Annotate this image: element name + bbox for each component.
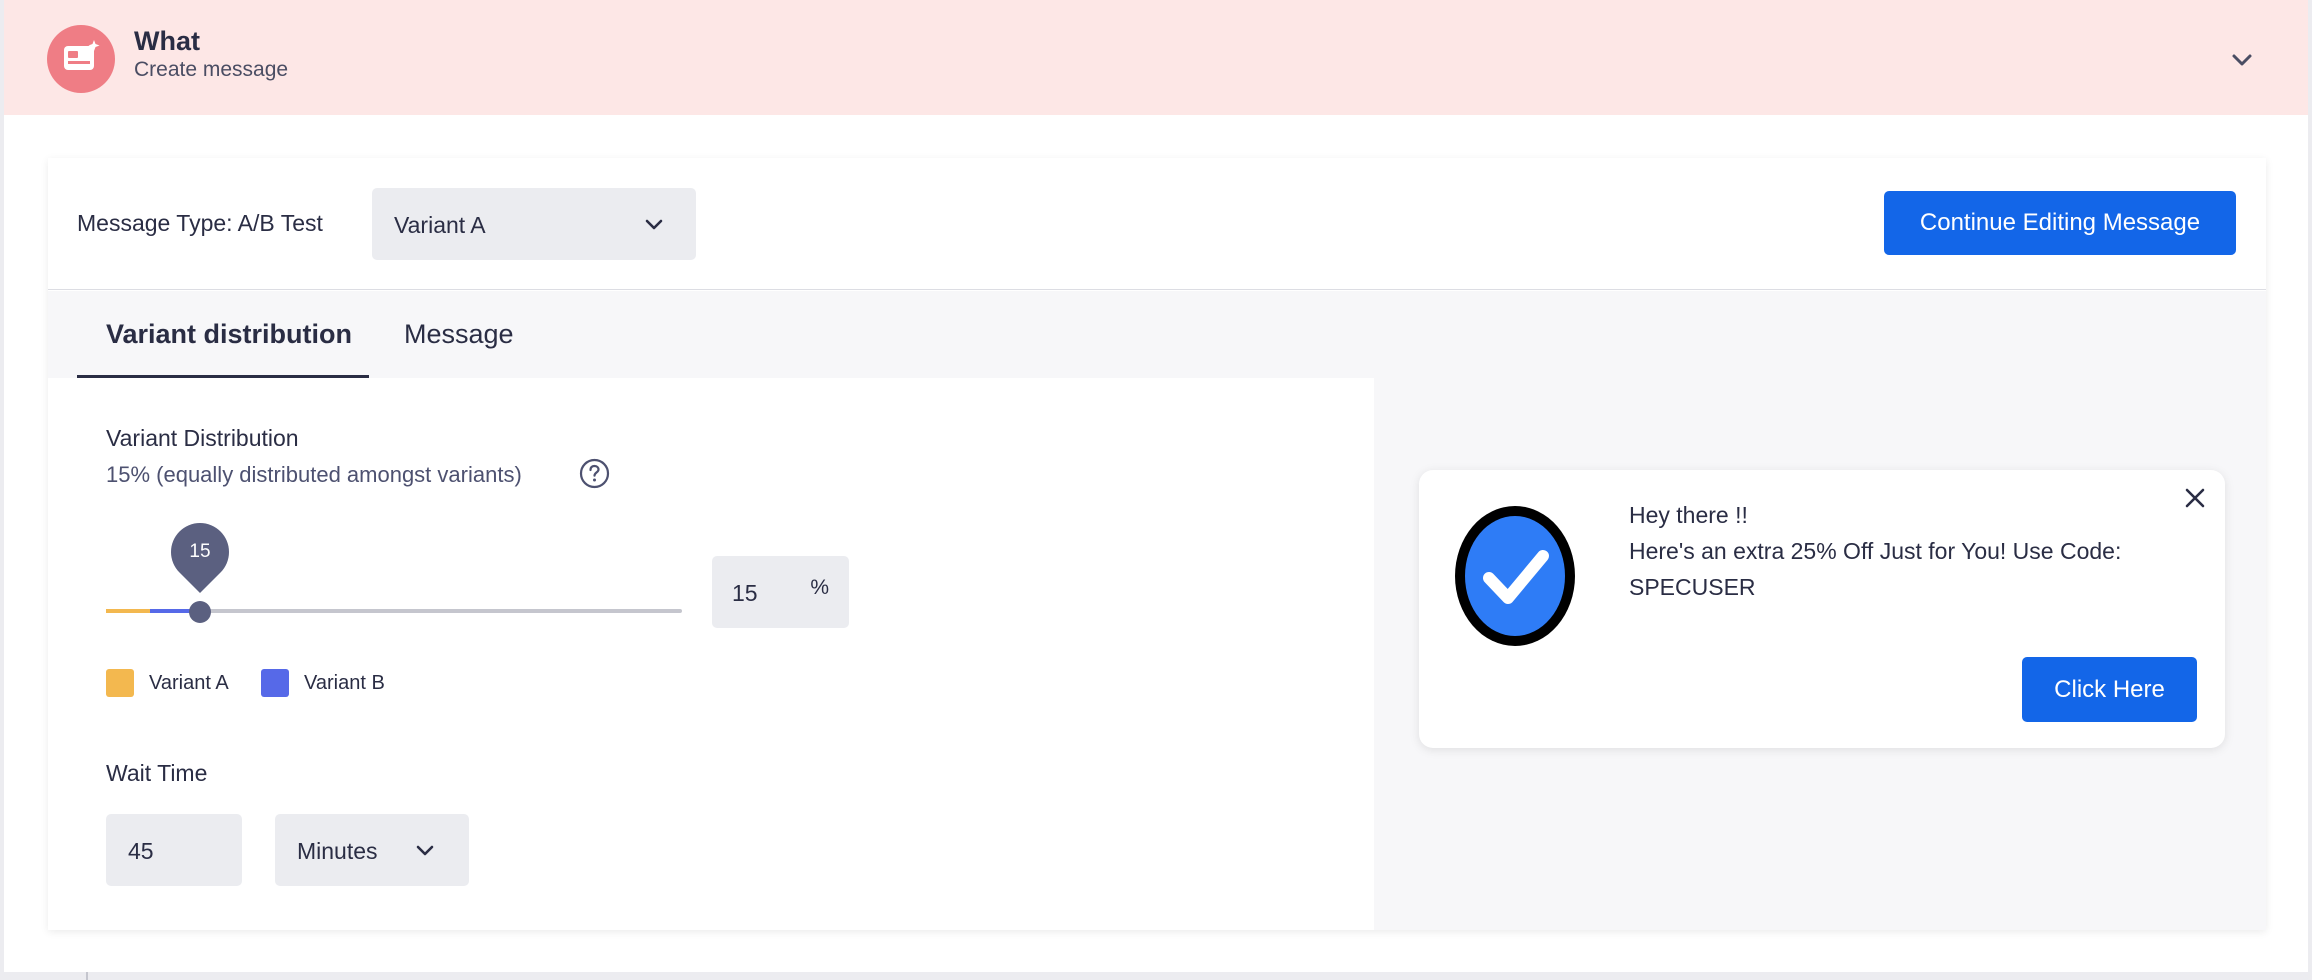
preview-greeting: Hey there !! [1629, 502, 1748, 528]
message-image-icon [47, 25, 115, 93]
tab-message[interactable]: Message [404, 319, 514, 350]
preview-pane: Hey there !! Here's an extra 25% Off Jus… [1374, 291, 2266, 930]
help-icon[interactable] [579, 458, 610, 489]
variant-select-value: Variant A [394, 212, 486, 238]
checkmark-badge-icon [1455, 506, 1575, 646]
close-icon[interactable] [2181, 484, 2209, 512]
variant-b-legend-label: Variant B [304, 672, 385, 694]
message-editor-card: Message Type: A/B Test Variant A Continu… [48, 158, 2266, 930]
distribution-percent-input[interactable]: 15 % [712, 556, 849, 628]
what-section-header[interactable]: What Create message [4, 0, 2308, 115]
wait-time-unit-value: Minutes [297, 838, 378, 864]
variant-distribution-subtitle: 15% (equally distributed amongst variant… [106, 462, 522, 487]
slider-thumb[interactable] [189, 601, 211, 623]
chevron-down-icon [645, 219, 663, 230]
variant-b-swatch [261, 669, 289, 697]
percent-value: 15 [732, 580, 758, 606]
chevron-down-icon[interactable] [2228, 46, 2256, 74]
section-title: What [134, 26, 200, 56]
message-type-bar: Message Type: A/B Test Variant A Continu… [48, 158, 2266, 290]
continue-editing-button[interactable]: Continue Editing Message [1884, 191, 2236, 255]
active-tab-indicator [77, 375, 369, 378]
wait-time-input[interactable]: 45 [106, 814, 242, 886]
variant-select[interactable]: Variant A [372, 188, 696, 260]
variant-a-swatch [106, 669, 134, 697]
wait-time-title: Wait Time [106, 760, 208, 786]
tab-variant-distribution[interactable]: Variant distribution [106, 319, 352, 350]
campaign-step-panel: What Create message Message Type: A/B Te… [4, 0, 2308, 972]
settings-pane: Variant distribution Message Variant Dis… [48, 291, 1374, 930]
percent-unit: % [810, 576, 829, 599]
preview-promo-code: SPECUSER [1629, 574, 1756, 600]
slider-segment-variant-a [106, 609, 150, 613]
section-subtitle: Create message [134, 58, 289, 81]
variant-a-legend-label: Variant A [149, 672, 229, 694]
preview-offer-text: Here's an extra 25% Off Just for You! Us… [1629, 538, 2122, 564]
slider-value-label: 15 [189, 541, 211, 562]
message-type-label: Message Type: A/B Test [77, 210, 323, 236]
chevron-down-icon [416, 845, 434, 856]
message-preview-popup: Hey there !! Here's an extra 25% Off Jus… [1419, 470, 2225, 748]
timeline-connector [86, 972, 88, 980]
click-here-button[interactable]: Click Here [2022, 657, 2197, 722]
wait-time-unit-select[interactable]: Minutes [275, 814, 469, 886]
tab-bar: Variant distribution Message [48, 291, 1374, 378]
variant-distribution-title: Variant Distribution [106, 425, 299, 451]
wait-time-value: 45 [128, 838, 154, 864]
